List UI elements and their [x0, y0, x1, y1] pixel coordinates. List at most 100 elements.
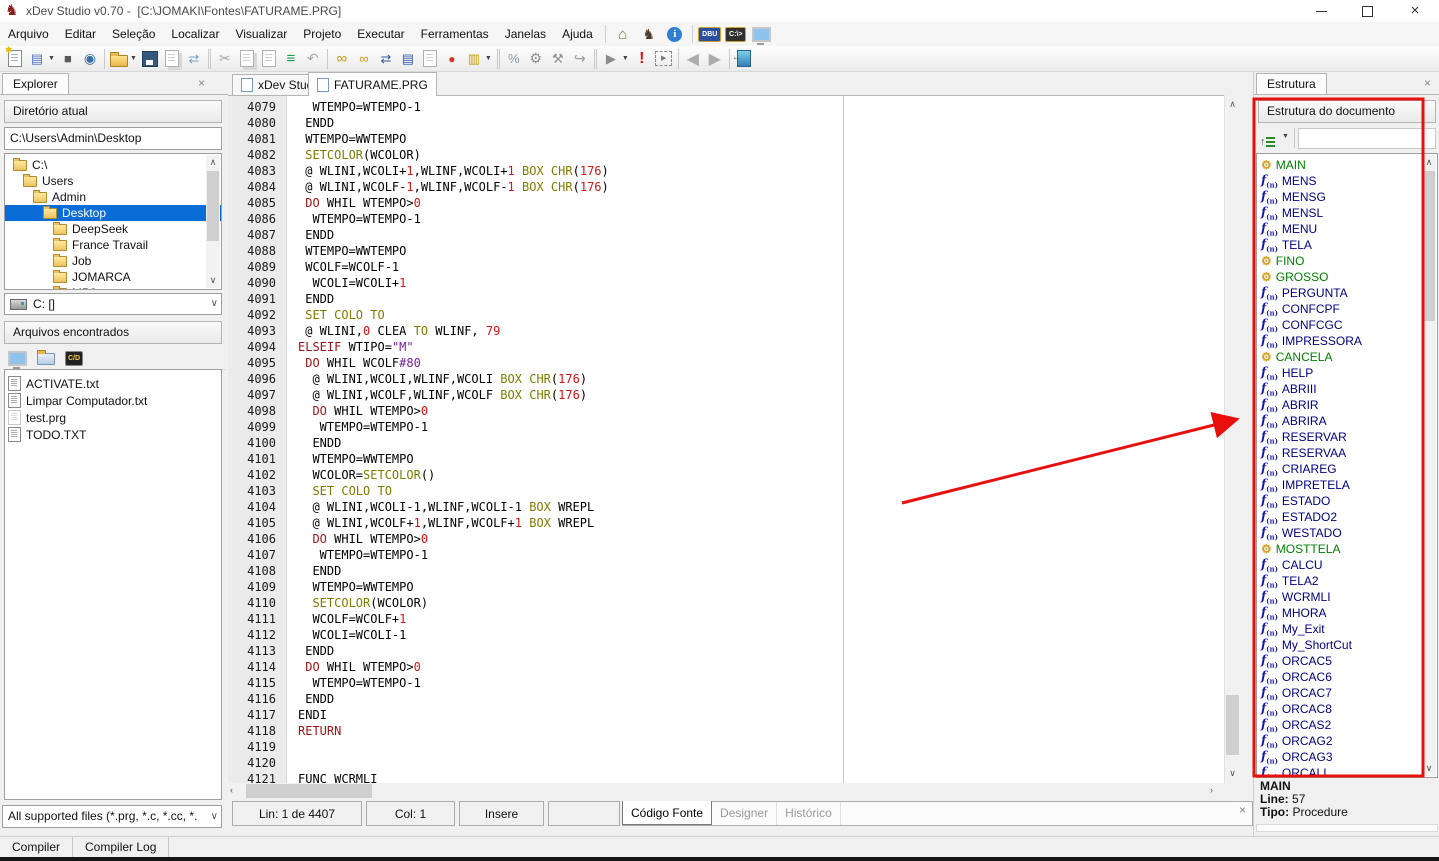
menu-janelas[interactable]: Janelas — [497, 23, 554, 45]
file-filter-dropdown[interactable]: All supported files (*.prg, *.c, *.cc, *… — [2, 805, 222, 828]
structure-item-orcac7[interactable]: f(n)ORCAC7 — [1257, 685, 1437, 701]
code-line[interactable]: 4083 @ WLINI,WCOLI+1,WLINF,WCOLI+1 BOX C… — [228, 163, 609, 179]
structure-item-estado2[interactable]: f(n)ESTADO2 — [1257, 509, 1437, 525]
code-line[interactable]: 4114 DO WHIL WTEMPO>0 — [228, 659, 609, 675]
code-line[interactable]: 4084 @ WLINI,WCOLF-1,WLINF,WCOLF-1 BOX C… — [228, 179, 609, 195]
structure-item-main[interactable]: ⚙MAIN — [1257, 157, 1437, 173]
structure-item-orcac6[interactable]: f(n)ORCAC6 — [1257, 669, 1437, 685]
code-line[interactable]: 4113 ENDD — [228, 643, 609, 659]
file-item-todotxt[interactable]: TODO.TXT — [5, 426, 221, 443]
scroll-down-icon[interactable]: ∨ — [206, 275, 220, 286]
scroll-left-icon[interactable]: ‹ — [230, 785, 233, 795]
menu-localizar[interactable]: Localizar — [163, 23, 227, 45]
forward-icon[interactable]: ▶ — [704, 48, 726, 70]
structure-item-abriii[interactable]: f(n)ABRIII — [1257, 381, 1437, 397]
undo-icon[interactable]: ↶ — [302, 48, 324, 70]
code-line[interactable]: 4109 WTEMPO=WWTEMPO — [228, 579, 609, 595]
structure-scrollbar[interactable]: ∧ ∨ — [1422, 155, 1436, 776]
chevron-down-icon[interactable]: ▼ — [622, 55, 629, 62]
code-line[interactable]: 4111 WCOLF=WCOLF+1 — [228, 611, 609, 627]
chevron-down-icon[interactable]: ▼ — [1282, 133, 1289, 140]
scroll-down-icon[interactable]: ∨ — [1422, 763, 1436, 774]
structure-close-icon[interactable]: × — [1424, 76, 1431, 90]
structure-item-wcrmli[interactable]: f(n)WCRMLI — [1257, 589, 1437, 605]
structure-item-orcac8[interactable]: f(n)ORCAC8 — [1257, 701, 1437, 717]
code-line[interactable]: 4096 @ WLINI,WCOLI,WLINF,WCOLI BOX CHR(1… — [228, 371, 609, 387]
structure-item-abrir[interactable]: f(n)ABRIR — [1257, 397, 1437, 413]
tree-item-mp3[interactable]: MP3 — [5, 285, 221, 290]
code-line[interactable]: 4101 WTEMPO=WWTEMPO — [228, 451, 609, 467]
code-line[interactable]: 4089 WCOLF=WCOLF-1 — [228, 259, 609, 275]
run-icon[interactable]: ▶ — [600, 48, 622, 70]
structure-item-orcag2[interactable]: f(n)ORCAG2 — [1257, 733, 1437, 749]
code-line[interactable]: 4120 — [228, 755, 609, 771]
structure-item-my_shortcut[interactable]: f(n)My_ShortCut — [1257, 637, 1437, 653]
view-tab-cdigofonte[interactable]: Código Fonte — [622, 801, 712, 825]
file-item-testprg[interactable]: test.prg — [5, 409, 221, 426]
tree-item-francetravail[interactable]: France Travail — [5, 237, 221, 253]
tree-scrollbar[interactable]: ∧ ∨ — [206, 155, 220, 288]
code-line[interactable]: 4118RETURN — [228, 723, 609, 739]
tree-item-job[interactable]: Job — [5, 253, 221, 269]
scroll-down-icon[interactable]: ∨ — [1225, 768, 1240, 779]
code-line[interactable]: 4079 WTEMPO=WTEMPO-1 — [228, 99, 609, 115]
compile-icon[interactable]: ! — [631, 48, 653, 70]
tab-compiler-log[interactable]: Compiler Log — [73, 837, 169, 858]
save-icon[interactable] — [139, 48, 161, 70]
structure-item-reservar[interactable]: f(n)RESERVAR — [1257, 429, 1437, 445]
monitor-icon[interactable] — [750, 24, 774, 44]
editor-horizontal-scrollbar[interactable]: ‹ › — [228, 783, 1224, 799]
structure-item-orcac5[interactable]: f(n)ORCAC5 — [1257, 653, 1437, 669]
tree-item-admin[interactable]: Admin — [5, 189, 221, 205]
options-icon[interactable]: ⚙ — [525, 48, 547, 70]
structure-item-westado[interactable]: f(n)WESTADO — [1257, 525, 1437, 541]
scroll-thumb[interactable] — [1226, 695, 1239, 755]
close-button[interactable]: × — [1398, 0, 1432, 22]
structure-item-cancela[interactable]: ⚙CANCELA — [1257, 349, 1437, 365]
structure-item-mensl[interactable]: f(n)MENSL — [1257, 205, 1437, 221]
structure-scroll-thumb[interactable] — [1423, 171, 1435, 321]
path-input[interactable]: C:\Users\Admin\Desktop — [4, 127, 222, 150]
structure-item-impressora[interactable]: f(n)IMPRESSORA — [1257, 333, 1437, 349]
menu-projeto[interactable]: Projeto — [295, 23, 349, 45]
view-tab-histrico[interactable]: Histórico — [777, 802, 841, 825]
scroll-up-icon[interactable]: ∧ — [206, 157, 220, 168]
code-line[interactable]: 4116 ENDD — [228, 691, 609, 707]
paste-icon[interactable] — [258, 48, 280, 70]
structure-item-mhora[interactable]: f(n)MHORA — [1257, 605, 1437, 621]
scroll-up-icon[interactable]: ∧ — [1422, 157, 1436, 168]
structure-item-tela[interactable]: f(n)TELA — [1257, 237, 1437, 253]
home-icon[interactable]: ⌂ — [611, 24, 635, 44]
tab-faturame-prg[interactable]: FATURAME.PRG — [308, 72, 437, 96]
menu-seleção[interactable]: Seleção — [104, 23, 163, 45]
structure-item-mens[interactable]: f(n)MENS — [1257, 173, 1437, 189]
open-file-icon[interactable] — [108, 48, 130, 70]
structure-item-abrira[interactable]: f(n)ABRIRA — [1257, 413, 1437, 429]
structure-item-reservaa[interactable]: f(n)RESERVAA — [1257, 445, 1437, 461]
maximize-button[interactable] — [1350, 0, 1384, 22]
code-line[interactable]: 4090 WCOLI=WCOLI+1 — [228, 275, 609, 291]
structure-item-grosso[interactable]: ⚙GROSSO — [1257, 269, 1437, 285]
tools-icon[interactable]: ⚒ — [547, 48, 569, 70]
code-line[interactable]: 4104 @ WLINI,WCOLI-1,WLINF,WCOLI-1 BOX W… — [228, 499, 609, 515]
exit-icon[interactable] — [733, 48, 755, 70]
file-item-activatetxt[interactable]: ACTIVATE.txt — [5, 375, 221, 392]
file-item-limparcomputadortxt[interactable]: Limpar Computador.txt — [5, 392, 221, 409]
menu-ajuda[interactable]: Ajuda — [554, 23, 601, 45]
chevron-down-icon[interactable]: ▼ — [48, 55, 55, 62]
tree-item-c[interactable]: C:\ — [5, 157, 221, 173]
tree-item-deepseek[interactable]: DeepSeek — [5, 221, 221, 237]
structure-item-menu[interactable]: f(n)MENU — [1257, 221, 1437, 237]
goto-icon[interactable]: ↪ — [569, 48, 591, 70]
panel-close-icon[interactable]: × — [1239, 803, 1246, 817]
folders-icon[interactable] — [37, 353, 55, 365]
menu-executar[interactable]: Executar — [349, 23, 412, 45]
scroll-up-icon[interactable]: ∧ — [1225, 99, 1240, 110]
menu-visualizar[interactable]: Visualizar — [227, 23, 295, 45]
select-run-icon[interactable]: ▶ — [653, 48, 675, 70]
new-form-icon[interactable]: ▤ — [26, 48, 48, 70]
code-line[interactable]: 4100 ENDD — [228, 435, 609, 451]
save-as-icon[interactable]: ⇄ — [183, 48, 205, 70]
menu-ferramentas[interactable]: Ferramentas — [413, 23, 497, 45]
back-icon[interactable]: ◀ — [682, 48, 704, 70]
